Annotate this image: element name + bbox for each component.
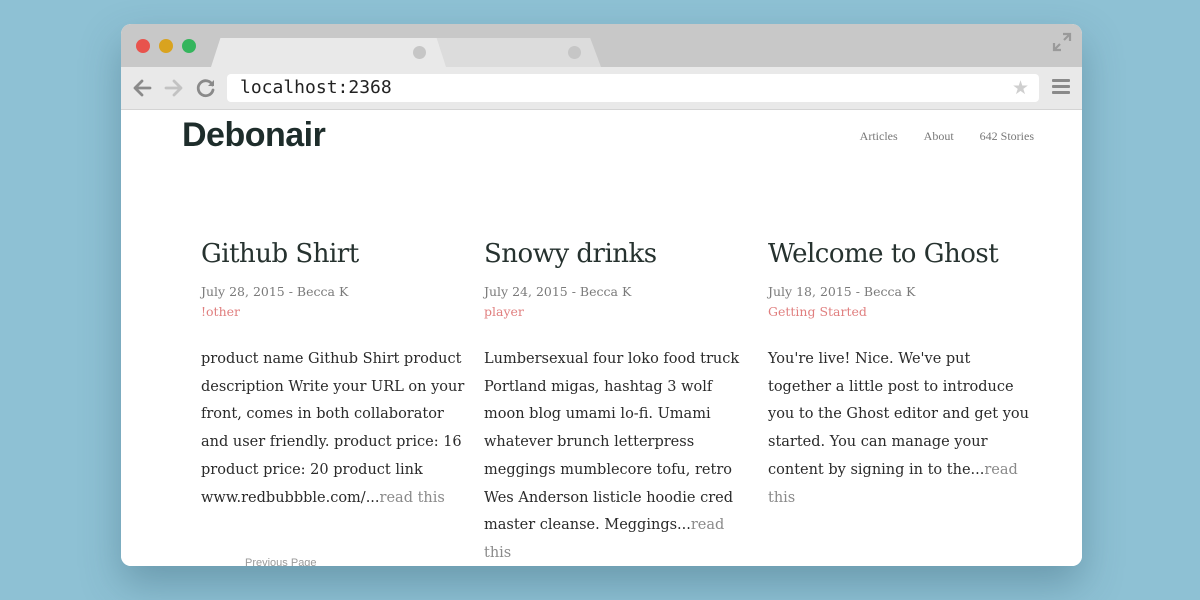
address-bar[interactable]: localhost:2368 ★ [227,74,1039,102]
browser-window: localhost:2368 ★ Debonair Articles About… [121,24,1082,566]
browser-titlebar [121,24,1082,67]
close-window-button[interactable] [136,39,150,53]
post-card: Github Shirt July 28, 2015 - Becca K !ot… [201,238,466,512]
browser-tab-active[interactable] [211,38,446,67]
post-excerpt: product name Github Shirt product descri… [201,346,466,512]
post-tag[interactable]: Getting Started [768,304,1033,320]
browser-menu-icon[interactable] [1052,79,1070,95]
post-excerpt-text: Lumbersexual four loko food truck Portla… [484,351,740,534]
nav-link-about[interactable]: About [924,129,954,144]
nav-link-stories[interactable]: 642 Stories [980,129,1034,144]
post-card: Snowy drinks July 24, 2015 - Becca K pla… [484,238,749,566]
page-content: Debonair Articles About 642 Stories Gith… [121,110,1082,566]
post-excerpt: You're live! Nice. We've put together a … [768,346,1033,512]
tab-close-icon[interactable] [413,46,426,59]
post-meta: July 24, 2015 - Becca K [484,284,632,299]
post-tag[interactable]: player [484,304,749,320]
site-nav: Articles About 642 Stories [860,129,1034,144]
post-card: Welcome to Ghost July 18, 2015 - Becca K… [768,238,1033,512]
site-logo[interactable]: Debonair [182,116,326,155]
read-more-link[interactable]: read this [380,490,445,506]
nav-link-articles[interactable]: Articles [860,129,898,144]
back-arrow-icon[interactable] [131,77,153,99]
browser-toolbar: localhost:2368 ★ [121,67,1082,110]
maximize-window-button[interactable] [182,39,196,53]
tab-close-icon[interactable] [568,46,581,59]
previous-page-link[interactable]: Previous Page [245,557,317,566]
browser-tab-2[interactable] [421,38,601,67]
post-tag[interactable]: !other [201,304,466,320]
bookmark-star-icon[interactable]: ★ [1012,78,1029,98]
post-excerpt-text: You're live! Nice. We've put together a … [768,351,1029,478]
reload-icon[interactable] [195,77,217,99]
post-title[interactable]: Github Shirt [201,238,466,270]
post-meta: July 18, 2015 - Becca K [768,284,916,299]
minimize-window-button[interactable] [159,39,173,53]
forward-arrow-icon[interactable] [163,77,185,99]
fullscreen-icon[interactable] [1052,32,1072,52]
post-meta: July 28, 2015 - Becca K [201,284,349,299]
address-bar-url[interactable]: localhost:2368 [240,77,392,98]
post-title[interactable]: Welcome to Ghost [768,238,1033,270]
post-excerpt: Lumbersexual four loko food truck Portla… [484,346,749,566]
post-excerpt-text: product name Github Shirt product descri… [201,351,465,506]
post-title[interactable]: Snowy drinks [484,238,749,270]
